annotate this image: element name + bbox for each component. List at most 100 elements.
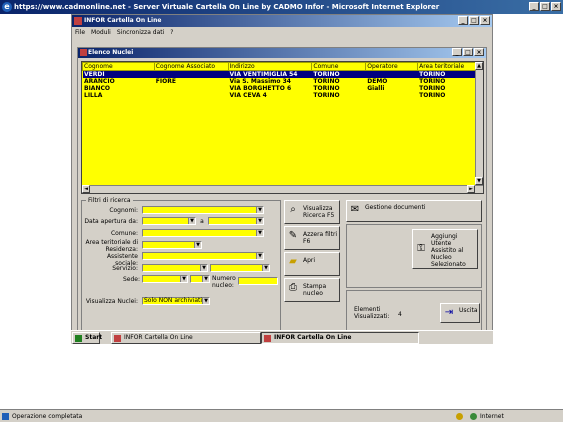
app-icon [114,335,121,342]
dropdown-arrow-icon[interactable]: ▼ [256,253,263,259]
nuclei-table: Cognome Cognome Associato Indirizzo Comu… [82,62,477,99]
table-cell [365,70,418,78]
scroll-left-icon[interactable]: ◄ [82,185,90,193]
data-apertura-a-field[interactable]: ▼ [208,217,264,225]
visualizza-ricerca-label: Visualizza Ricerca F5 [303,205,335,219]
minimize-icon[interactable]: _ [529,2,539,11]
status-text: Operazione completata [12,413,83,420]
column-header[interactable]: Comune [311,62,367,71]
table-row[interactable]: ARANCIO FIORE Via S. Massimo 34 TORINO D… [83,78,477,85]
column-header[interactable]: Cognome Associato [153,62,229,71]
maximize-icon[interactable]: □ [540,2,550,11]
key-icon: ⚿ [417,243,425,254]
lock-icon [456,413,463,420]
printer-icon: ⎙ [289,282,297,293]
column-header[interactable]: Indirizzo [227,62,313,71]
maximize-icon[interactable]: □ [469,16,479,25]
comune-field[interactable]: ▼ [142,229,264,237]
maximize-icon[interactable]: □ [463,48,473,56]
child-title-bar: Elenco Nuclei _ □ × [78,48,486,58]
zone-text: Internet [480,413,504,420]
scroll-right-icon[interactable]: ► [467,185,475,193]
table-row[interactable]: LILLA VIA CEVA 4 TORINO TORINO [83,92,477,99]
start-label: Start [85,334,103,341]
filters-group: Filtri di ricerca Cognomi: ▼ Data apertu… [81,197,281,332]
browser-title-bar: e https://www.cadmonline.net - Server Vi… [0,0,563,14]
app-window-controls: _ □ × [458,16,490,25]
cognomi-field[interactable]: ▼ [142,206,264,214]
dropdown-arrow-icon[interactable]: ▼ [262,265,269,271]
gestione-documenti-button[interactable]: ✉ Gestione documenti [346,200,482,222]
table-row[interactable]: VERDI VIA VENTIMIGLIA 54 TORINO TORINO [82,70,477,78]
dropdown-arrow-icon[interactable]: ▼ [202,276,209,282]
close-icon[interactable]: × [474,48,484,56]
child-window-controls: _ □ × [452,48,484,56]
data-a-label: a [200,218,204,225]
gestione-documenti-label: Gestione documenti [365,204,426,211]
servizio-field[interactable]: ▼ [142,264,208,272]
visualizza-ricerca-button[interactable]: ⌕ Visualizza Ricerca F5 [284,200,340,224]
table-cell [366,92,418,99]
area-field[interactable]: ▼ [142,241,202,249]
app-icon [74,17,82,25]
menu-bar: File Moduli Sincronizza dati ? [72,28,173,38]
start-button[interactable]: Start [72,332,103,344]
vertical-scrollbar[interactable]: ▲ ▼ [475,62,483,193]
menu-file[interactable]: File [75,28,85,38]
sede-sub-field[interactable]: ▼ [190,275,210,283]
data-apertura-da-field[interactable]: ▼ [142,217,196,225]
dropdown-arrow-icon[interactable]: ▼ [202,298,209,304]
minimize-icon[interactable]: _ [452,48,462,56]
dropdown-arrow-icon[interactable]: ▼ [180,276,187,282]
column-header[interactable]: Operatore [365,62,419,71]
table-cell: TORINO [419,85,446,92]
sede-field[interactable]: ▼ [142,275,188,283]
taskbar: Start INFOR Cartella On Line INFOR Carte… [71,330,493,344]
aggiungi-utente-button[interactable]: ⚿ Aggiungi Utente Assistito al Nucleo Se… [412,229,478,269]
scroll-up-icon[interactable]: ▲ [475,62,483,70]
app-title-bar: INFOR Cartella On Line _ □ × [72,15,492,27]
dropdown-arrow-icon[interactable]: ▼ [256,207,263,213]
horizontal-scrollbar[interactable]: ◄ ► [82,185,483,193]
dropdown-arrow-icon[interactable]: ▼ [256,230,263,236]
nuclei-grid[interactable]: Cognome Cognome Associato Indirizzo Comu… [81,61,484,194]
minimize-icon[interactable]: _ [458,16,468,25]
table-cell: BIANCO [84,85,110,92]
browser-status-bar: Operazione completata Internet [0,409,563,422]
azzera-filtri-button[interactable]: ✎ Azzera filtri F6 [284,226,340,250]
numero-nucleo-field[interactable] [238,277,278,285]
dropdown-arrow-icon[interactable]: ▼ [188,218,195,224]
visualizza-nuclei-select[interactable]: Solo NON archiviati ▼ [142,297,210,305]
apri-button[interactable]: ▰ Apri [284,252,340,276]
servizio-sub-field[interactable]: ▼ [210,264,270,272]
table-cell: LILLA [84,92,103,99]
dropdown-arrow-icon[interactable]: ▼ [194,242,201,248]
taskbar-item-active[interactable]: INFOR Cartella On Line [261,332,419,344]
taskbar-item[interactable]: INFOR Cartella On Line [111,332,261,344]
dropdown-arrow-icon[interactable]: ▼ [256,218,263,224]
table-cell: Gialli [367,85,385,92]
table-row[interactable]: BIANCO VIA BORGHETTO 6 TORINO Gialli TOR… [83,85,477,92]
stampa-nucleo-button[interactable]: ⎙ Stampa nucleo [284,278,340,302]
uscita-button[interactable]: ⇥ Uscita [440,303,480,323]
table-cell: VIA BORGHETTO 6 [229,85,292,92]
dropdown-arrow-icon[interactable]: ▼ [200,265,207,271]
column-header[interactable]: Cognome [82,62,155,71]
app-window: INFOR Cartella On Line _ □ × File Moduli… [71,14,493,344]
table-cell: TORINO [313,78,340,85]
close-icon[interactable]: × [480,16,490,25]
assistente-field[interactable]: ▼ [142,252,264,260]
close-icon[interactable]: × [551,2,561,11]
azzera-filtri-label: Azzera filtri F6 [303,231,338,245]
table-cell: ARANCIO [84,78,115,85]
scroll-down-icon[interactable]: ▼ [475,177,483,185]
column-header[interactable]: Area teritoriale [417,62,477,71]
table-cell: FIORE [155,78,176,85]
menu-moduli[interactable]: Moduli [91,28,111,38]
menu-help[interactable]: ? [170,28,173,38]
table-cell: TORINO [311,70,366,78]
uscita-label: Uscita [459,307,478,314]
browser-window-controls: _ □ × [529,2,561,11]
menu-sincronizza-dati[interactable]: Sincronizza dati [117,28,164,38]
table-cell [154,85,228,92]
